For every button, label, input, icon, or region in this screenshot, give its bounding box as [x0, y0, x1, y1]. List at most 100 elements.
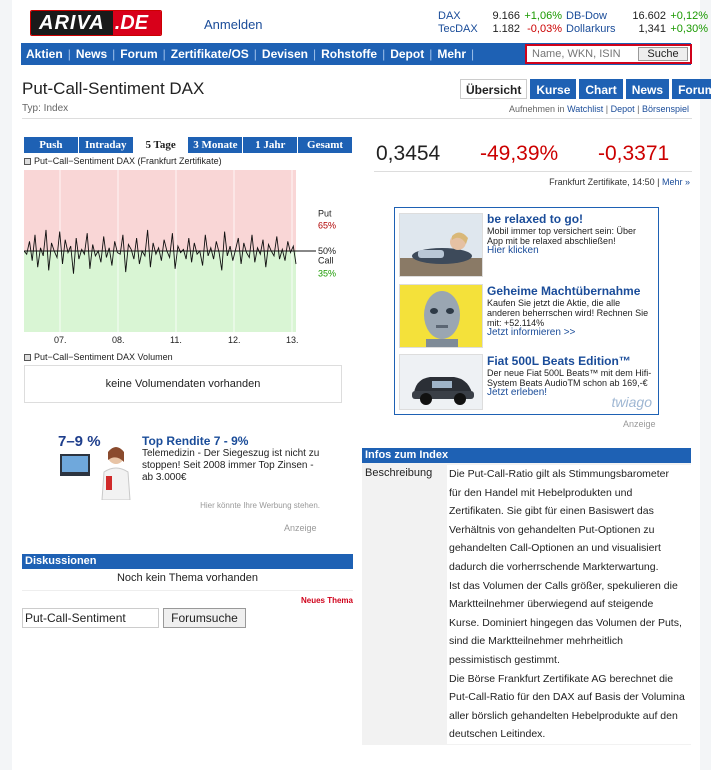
ad-link[interactable]: Hier klicken	[487, 246, 653, 256]
description-label: Beschreibung	[365, 467, 433, 479]
x-tick-label: 08.	[112, 335, 125, 345]
infos-body: Beschreibung Die Put-Call-Ratio gilt als…	[362, 463, 691, 745]
watchlist-link[interactable]: Watchlist	[567, 104, 603, 114]
relaxing-woman-image-icon	[399, 213, 483, 277]
boersenspiel-link[interactable]: Börsenspiel	[642, 104, 689, 114]
x-tick-label: 07.	[54, 335, 67, 345]
search-button[interactable]: Suche	[638, 47, 688, 61]
ad-text-fiat: Fiat 500L Beats Edition™ Der neue Fiat 5…	[487, 354, 653, 398]
ticker-name[interactable]: DB-Dow	[566, 10, 632, 23]
description-line: dadurch die vorherrschende Markterwartun…	[449, 560, 659, 573]
ad-text-relaxed: be relaxed to go! Mobil immer top versic…	[487, 212, 653, 256]
promo-note[interactable]: Hier könnte Ihre Werbung stehen.	[200, 501, 320, 510]
detail-tabs: Übersicht Kurse Chart News Forum	[460, 79, 711, 99]
period-tab-intraday[interactable]: Intraday	[78, 137, 134, 153]
ticker-row: DAX 9.166 +1,06% DB-Dow 16.602 +0,12%	[438, 10, 711, 23]
last-price: 0,3454	[376, 142, 441, 165]
forum-search-input[interactable]	[22, 608, 159, 628]
login-link[interactable]: Anmelden	[204, 17, 263, 32]
content-area: ARIVA .DE Anmelden DAX 9.166 +1,06% DB-Dow 1…	[12, 0, 711, 770]
watch-prefix: Aufnehmen in	[509, 104, 565, 114]
ticker-name[interactable]: Dollarkurs	[566, 23, 632, 36]
ticker-value: 1,341	[638, 23, 666, 35]
logo-text-b: .DE	[112, 11, 161, 35]
description-text: Die Put-Call-Ratio gilt als Stimmungsbar…	[447, 465, 691, 744]
period-tab-gesamt[interactable]: Gesamt	[298, 137, 353, 153]
nav-item-forum[interactable]: Forum	[115, 47, 162, 61]
ticker-value: 9.166	[492, 10, 520, 22]
tab-forum[interactable]: Forum	[672, 79, 711, 99]
x-tick-label: 12.	[228, 335, 241, 345]
tab-news[interactable]: News	[625, 79, 670, 99]
page: ARIVA .DE Anmelden DAX 9.166 +1,06% DB-Dow 1…	[0, 0, 711, 770]
nav-item-zertifikate-os[interactable]: Zertifikate/OS	[166, 47, 254, 61]
nav-separator: |	[471, 47, 475, 61]
ad-item-machtuebernahme[interactable]: Geheime Machtübernahme Kaufen Sie jetzt …	[395, 282, 658, 350]
ticker-value: 16.602	[632, 10, 666, 22]
ticker-name[interactable]: TecDAX	[438, 23, 484, 36]
description-line: Die Börse Frankfurt Zertifikate AG berec…	[449, 672, 674, 685]
period-tab-3-monate[interactable]: 3 Monate	[188, 137, 244, 153]
logo-text-a: ARIVA	[31, 11, 113, 35]
nav-item-aktien[interactable]: Aktien	[21, 47, 68, 61]
description-line: Ist das Volumen der Calls größer, spekul…	[449, 579, 678, 592]
ad-title[interactable]: Fiat 500L Beats Edition™	[487, 354, 653, 368]
ticker-name[interactable]: DAX	[438, 10, 484, 23]
ad-title[interactable]: Geheime Machtübernahme	[487, 284, 653, 298]
quote-meta: Frankfurt Zertifikate, 14:50 | Mehr »	[549, 177, 690, 187]
x-tick-label: 11.	[170, 335, 182, 345]
legend-square-icon	[24, 157, 31, 165]
nav-item-rohstoffe[interactable]: Rohstoffe	[316, 47, 382, 61]
description-line: Verhältnis von gehandelten Put-Optionen …	[449, 523, 655, 536]
call-level-label: 35%	[318, 268, 336, 278]
description-line: pessimistisch gestimmt.	[449, 653, 560, 666]
more-link[interactable]: Mehr »	[662, 177, 690, 187]
car-image-icon	[399, 354, 483, 410]
description-line: Put-Call-Ratio für den DAX auf Basis der…	[449, 691, 685, 704]
promo-image-icon[interactable]: 7–9 %	[58, 432, 136, 501]
chart-legend-label: Put−Call−Sentiment DAX (Frankfurt Zertif…	[34, 156, 222, 166]
put-label: Put	[318, 209, 332, 219]
description-line: gehandelten Call-Optionen an und visuali…	[449, 542, 661, 555]
nav-item-devisen[interactable]: Devisen	[257, 47, 313, 61]
description-line: deutschen Leitindex.	[449, 728, 546, 741]
period-tab-1-jahr[interactable]: 1 Jahr	[243, 137, 299, 153]
sentiment-chart[interactable]: 07. 08. 11. 12. 13.Put65%50%Call35%	[24, 168, 354, 348]
ticker-change: +0,12%	[670, 10, 708, 22]
description-line: Die Put-Call-Ratio gilt als Stimmungsbar…	[449, 468, 669, 480]
call-label: Call	[318, 255, 334, 265]
nav-item-news[interactable]: News	[71, 47, 112, 61]
ad-title[interactable]: be relaxed to go!	[487, 212, 653, 226]
forum-search-button[interactable]: Forumsuche	[163, 608, 246, 628]
volume-box: keine Volumendaten vorhanden	[24, 365, 342, 403]
header: ARIVA .DE Anmelden DAX 9.166 +1,06% DB-Dow 1…	[12, 0, 708, 44]
ad-item-relaxed[interactable]: be relaxed to go! Mobil immer top versic…	[395, 210, 658, 278]
tab-chart[interactable]: Chart	[579, 79, 623, 99]
period-tab-push[interactable]: Push	[24, 137, 79, 153]
period-tab-5-tage[interactable]: 5 Tage	[133, 137, 189, 153]
discussions-heading: Diskussionen	[22, 554, 353, 569]
search-input[interactable]	[529, 47, 635, 61]
tab-kurse[interactable]: Kurse	[530, 79, 577, 99]
description-line: Zertifikaten. Sie gibt für einen Basiswe…	[449, 505, 654, 518]
ariva-logo[interactable]: ARIVA .DE	[30, 10, 162, 36]
volume-legend-label: Put−Call−Sentiment DAX Volumen	[34, 352, 173, 362]
ad-description: Kaufen Sie jetzt die Aktie, die alle and…	[487, 298, 649, 328]
discussions-divider	[22, 590, 353, 591]
nav-item-depot[interactable]: Depot	[385, 47, 429, 61]
tab--bersicht[interactable]: Übersicht	[460, 79, 528, 99]
ad-link[interactable]: Jetzt informieren >>	[487, 328, 653, 338]
quote-exchange-time: Frankfurt Zertifikate, 14:50	[549, 177, 655, 187]
nav-item-mehr[interactable]: Mehr	[432, 47, 471, 61]
depot-link[interactable]: Depot	[611, 104, 635, 114]
instrument-type: Typ: Index	[22, 103, 69, 114]
promo-title[interactable]: Top Rendite 7 - 9%	[142, 434, 320, 448]
twiago-brand[interactable]: twiago	[612, 394, 652, 410]
ad-description: Mobil immer top versichert sein: Über Ap…	[487, 226, 637, 246]
call-zone	[24, 251, 296, 332]
description-line: Kurse. Dominiert hingegen das Volumen de…	[449, 616, 682, 629]
ticker-change: -0,03%	[527, 23, 562, 35]
ad-label: Anzeige	[623, 419, 656, 429]
new-topic-link[interactable]: Neues Thema	[272, 596, 353, 605]
description-line: sind die Marktteilnehmer mehrheitlich	[449, 635, 623, 648]
